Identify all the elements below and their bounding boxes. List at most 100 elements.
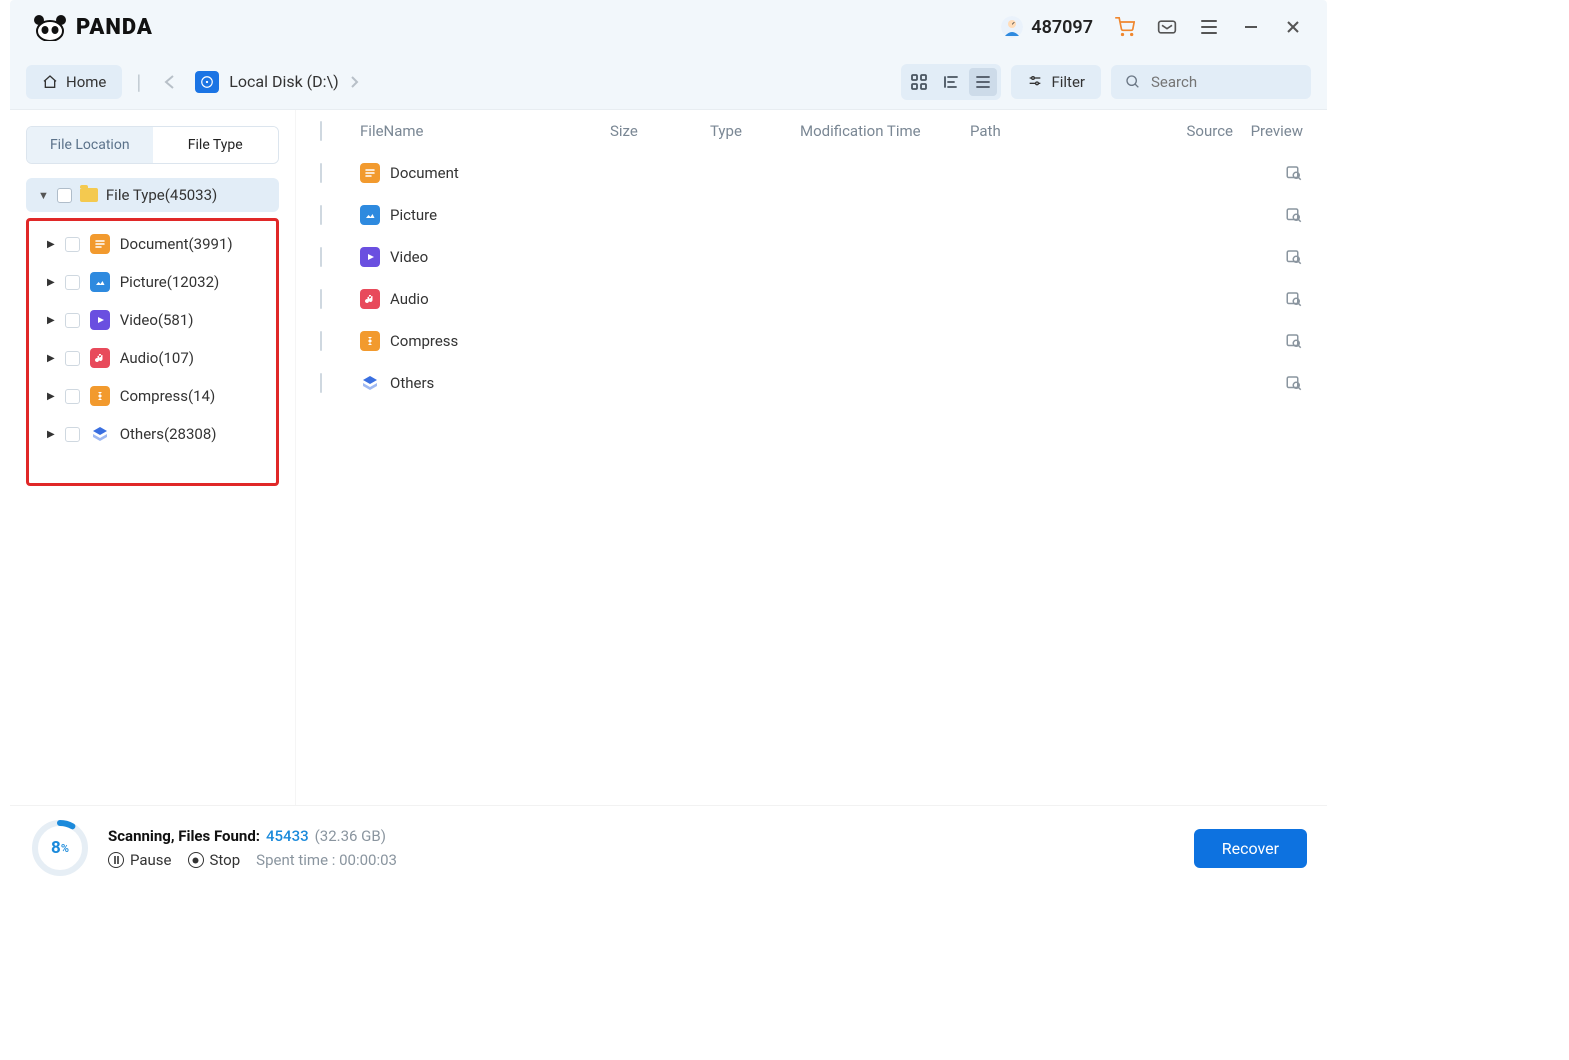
col-path[interactable]: Path <box>970 122 1153 140</box>
view-grid-button[interactable] <box>905 68 933 96</box>
filter-icon <box>1027 74 1043 90</box>
menu-icon[interactable] <box>1199 17 1219 37</box>
preview-icon[interactable] <box>1285 206 1303 224</box>
preview-icon[interactable] <box>1285 290 1303 308</box>
video-icon <box>360 247 380 267</box>
chevron-right-icon: ▶ <box>47 277 55 288</box>
select-all-checkbox[interactable] <box>320 121 322 141</box>
app-name: PANDA <box>76 15 153 40</box>
chevron-down-icon: ▼ <box>38 189 49 202</box>
spent-time: Spent time : 00:00:03 <box>256 851 397 869</box>
tree-item-label: Others(28308) <box>120 425 217 443</box>
content-panel: FileName Size Type Modification Time Pat… <box>296 110 1327 805</box>
tree-item[interactable]: ▶ Document(3991) <box>37 225 268 263</box>
mail-icon[interactable] <box>1157 17 1177 37</box>
tree-item[interactable]: ▶Audio(107) <box>37 339 268 377</box>
home-button[interactable]: Home <box>26 65 122 99</box>
table-row[interactable]: Audio <box>296 278 1327 320</box>
col-size[interactable]: Size <box>610 122 710 140</box>
table-row[interactable]: Compress <box>296 320 1327 362</box>
tab-file-location[interactable]: File Location <box>27 127 153 163</box>
home-icon <box>42 74 58 90</box>
view-toggle <box>901 64 1001 100</box>
chevron-right-icon: ▶ <box>47 239 55 250</box>
tree-root[interactable]: ▼ File Type(45033) <box>26 178 279 212</box>
disk-icon <box>195 71 219 93</box>
col-preview[interactable]: Preview <box>1233 122 1303 140</box>
panda-icon <box>30 13 70 41</box>
minimize-icon[interactable] <box>1241 17 1261 37</box>
preview-icon[interactable] <box>1285 332 1303 350</box>
status-text: Scanning, Files Found: 45433 (32.36 GB) … <box>108 827 397 869</box>
file-list: DocumentPicture Video AudioCompressOthers <box>296 152 1327 404</box>
row-label: Video <box>390 248 428 266</box>
checkbox[interactable] <box>65 313 80 328</box>
col-source[interactable]: Source <box>1153 122 1233 140</box>
checkbox[interactable] <box>65 237 80 252</box>
picture-icon <box>90 272 110 292</box>
tree-item[interactable]: ▶Compress(14) <box>37 377 268 415</box>
pause-icon <box>108 852 124 868</box>
checkbox[interactable] <box>320 331 322 351</box>
tab-file-type[interactable]: File Type <box>153 127 279 163</box>
stop-button[interactable]: Stop <box>188 851 241 869</box>
breadcrumb: Local Disk (D:\) <box>195 71 358 93</box>
checkbox[interactable] <box>57 188 72 203</box>
table-row[interactable]: Others <box>296 362 1327 404</box>
checkbox[interactable] <box>320 247 322 267</box>
chevron-right-icon <box>349 75 359 89</box>
titlebar: PANDA 487097 <box>10 0 1327 54</box>
col-filename[interactable]: FileName <box>360 122 610 140</box>
tree-item-label: Video(581) <box>120 311 194 329</box>
progress-ring: 8% <box>30 818 90 878</box>
document-icon <box>90 234 110 254</box>
user-chip[interactable]: 487097 <box>1001 16 1093 38</box>
search-input[interactable] <box>1151 73 1297 91</box>
tree-item[interactable]: ▶ Video(581) <box>37 301 268 339</box>
progress-percent: 8 <box>51 838 61 858</box>
tree-item-label: Compress(14) <box>120 387 216 405</box>
main-area: File Location File Type ▼ File Type(4503… <box>10 110 1327 805</box>
app-logo: PANDA <box>30 13 153 41</box>
stop-label: Stop <box>210 851 241 869</box>
search-field[interactable] <box>1111 65 1311 99</box>
back-button[interactable] <box>155 68 185 96</box>
col-mtime[interactable]: Modification Time <box>800 122 970 140</box>
view-detail-button[interactable] <box>937 68 965 96</box>
home-label: Home <box>66 73 106 91</box>
found-count: 45433 <box>266 827 309 845</box>
toolbar: Home | Local Disk (D:\) <box>10 54 1327 110</box>
checkbox[interactable] <box>65 275 80 290</box>
preview-icon[interactable] <box>1285 374 1303 392</box>
close-icon[interactable] <box>1283 17 1303 37</box>
checkbox[interactable] <box>320 373 322 393</box>
audio-icon <box>360 289 380 309</box>
cart-icon[interactable] <box>1115 17 1135 37</box>
checkbox[interactable] <box>320 205 322 225</box>
column-headers: FileName Size Type Modification Time Pat… <box>296 110 1327 152</box>
highlight-box: ▶Document(3991)▶Picture(12032)▶Video(581… <box>26 218 279 486</box>
picture-icon <box>360 205 380 225</box>
checkbox[interactable] <box>65 351 80 366</box>
table-row[interactable]: Picture <box>296 194 1327 236</box>
filter-button[interactable]: Filter <box>1011 65 1101 99</box>
avatar-icon <box>1001 16 1023 38</box>
checkbox[interactable] <box>320 163 322 183</box>
checkbox[interactable] <box>320 289 322 309</box>
tree-item-label: Document(3991) <box>120 235 233 253</box>
pause-button[interactable]: Pause <box>108 851 172 869</box>
table-row[interactable]: Video <box>296 236 1327 278</box>
sidebar-tabs: File Location File Type <box>26 126 279 164</box>
video-icon <box>90 310 110 330</box>
table-row[interactable]: Document <box>296 152 1327 194</box>
tree-item[interactable]: ▶Others(28308) <box>37 415 268 453</box>
preview-icon[interactable] <box>1285 164 1303 182</box>
recover-button[interactable]: Recover <box>1194 829 1307 868</box>
checkbox[interactable] <box>65 389 80 404</box>
view-list-button[interactable] <box>969 68 997 96</box>
col-type[interactable]: Type <box>710 122 800 140</box>
preview-icon[interactable] <box>1285 248 1303 266</box>
tree-item[interactable]: ▶Picture(12032) <box>37 263 268 301</box>
chevron-right-icon: ▶ <box>47 315 55 326</box>
checkbox[interactable] <box>65 427 80 442</box>
